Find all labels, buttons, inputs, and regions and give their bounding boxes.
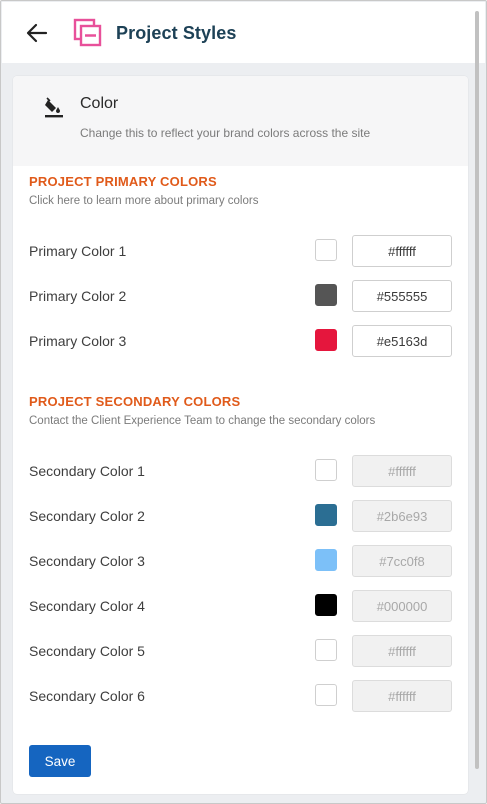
- primary-color-row: Primary Color 3: [13, 325, 468, 359]
- secondary-color-row: Secondary Color 2: [13, 500, 468, 534]
- color-label: Secondary Color 2: [29, 508, 145, 524]
- color-swatch: [315, 639, 337, 661]
- color-label: Secondary Color 5: [29, 643, 145, 659]
- color-label: Secondary Color 1: [29, 463, 145, 479]
- secondary-color-row: Secondary Color 4: [13, 590, 468, 624]
- top-bar: Project Styles: [2, 2, 485, 63]
- project-styles-logo-icon: [73, 18, 103, 48]
- color-swatch[interactable]: [315, 329, 337, 351]
- color-swatch: [315, 594, 337, 616]
- hex-input[interactable]: [352, 325, 452, 357]
- color-label: Secondary Color 3: [29, 553, 145, 569]
- primary-colors-heading: PROJECT PRIMARY COLORS: [29, 174, 217, 189]
- color-settings-card: Color Change this to reflect your brand …: [13, 76, 468, 794]
- color-swatch[interactable]: [315, 284, 337, 306]
- scrollbar[interactable]: [474, 3, 484, 801]
- color-swatch: [315, 504, 337, 526]
- color-swatch: [315, 549, 337, 571]
- secondary-color-row: Secondary Color 3: [13, 545, 468, 579]
- color-label: Primary Color 3: [29, 333, 127, 349]
- color-panel-subtitle: Change this to reflect your brand colors…: [80, 126, 371, 140]
- color-label: Secondary Color 6: [29, 688, 145, 704]
- primary-colors-learn-more-link[interactable]: Click here to learn more about primary c…: [29, 195, 258, 207]
- scrollbar-thumb[interactable]: [475, 11, 479, 769]
- app-frame: Project Styles Color Change this to refl…: [0, 0, 487, 804]
- hex-input: [352, 680, 452, 712]
- color-swatch: [315, 459, 337, 481]
- secondary-colors-heading: PROJECT SECONDARY COLORS: [29, 394, 241, 409]
- color-label: Primary Color 1: [29, 243, 127, 259]
- color-panel-title: Color: [80, 95, 119, 112]
- hex-input: [352, 635, 452, 667]
- hex-input: [352, 455, 452, 487]
- hex-input[interactable]: [352, 235, 452, 267]
- hex-input: [352, 590, 452, 622]
- hex-input: [352, 500, 452, 532]
- primary-color-row: Primary Color 1: [13, 235, 468, 269]
- back-button[interactable]: [24, 20, 50, 46]
- color-label: Secondary Color 4: [29, 598, 145, 614]
- secondary-color-row: Secondary Color 6: [13, 680, 468, 714]
- hex-input[interactable]: [352, 280, 452, 312]
- save-button[interactable]: Save: [29, 745, 91, 777]
- secondary-color-row: Secondary Color 5: [13, 635, 468, 669]
- secondary-colors-subtitle: Contact the Client Experience Team to ch…: [29, 415, 376, 427]
- primary-color-row: Primary Color 2: [13, 280, 468, 314]
- arrow-left-icon: [26, 23, 48, 43]
- page-title: Project Styles: [116, 23, 237, 43]
- secondary-color-row: Secondary Color 1: [13, 455, 468, 489]
- paint-bucket-icon: [44, 96, 64, 118]
- color-swatch: [315, 684, 337, 706]
- color-panel-header: Color Change this to reflect your brand …: [13, 76, 468, 166]
- color-label: Primary Color 2: [29, 288, 127, 304]
- hex-input: [352, 545, 452, 577]
- color-swatch[interactable]: [315, 239, 337, 261]
